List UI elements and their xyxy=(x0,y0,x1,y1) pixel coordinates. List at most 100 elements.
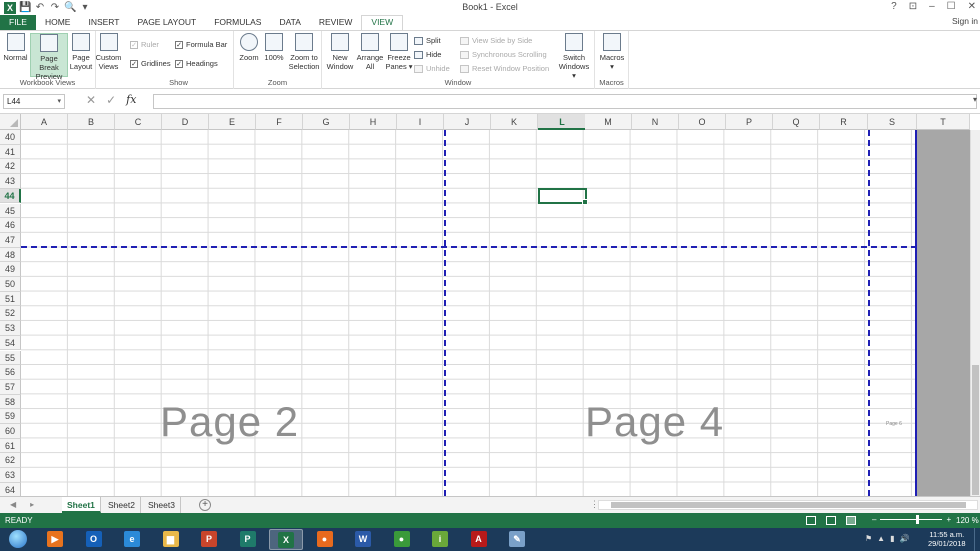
freeze-panes-button[interactable]: Freeze Panes ▾ xyxy=(385,33,413,71)
name-box-dropdown-icon[interactable]: ▾ xyxy=(57,95,61,108)
tab-home[interactable]: HOME xyxy=(36,15,80,30)
enter-icon[interactable]: ✓ xyxy=(106,93,116,107)
sheet-tab-sheet2[interactable]: Sheet2 xyxy=(103,497,141,513)
column-header[interactable]: O xyxy=(679,114,726,130)
column-header[interactable]: L xyxy=(538,114,587,130)
close-button[interactable]: ✕ xyxy=(968,1,976,12)
system-clock[interactable]: 11:55 a.m. 29/01/2018 xyxy=(928,530,966,548)
tab-formulas[interactable]: FORMULAS xyxy=(205,15,270,30)
row-header[interactable]: 41 xyxy=(0,144,21,160)
row-header[interactable]: 57 xyxy=(0,379,21,395)
redo-icon[interactable]: ↷ xyxy=(49,2,61,14)
taskbar-media-player[interactable]: ▶ xyxy=(38,529,72,550)
cancel-icon[interactable]: ✕ xyxy=(86,93,96,107)
new-window-button[interactable]: New Window xyxy=(325,33,355,71)
row-header[interactable]: 53 xyxy=(0,321,21,336)
sheet-tab-sheet1[interactable]: Sheet1 xyxy=(62,497,101,513)
column-header[interactable]: F xyxy=(256,114,303,130)
column-header[interactable]: I xyxy=(397,114,444,130)
row-header[interactable]: 49 xyxy=(0,262,21,277)
column-header[interactable]: D xyxy=(162,114,209,130)
expand-formula-bar-icon[interactable]: ▾ xyxy=(973,95,977,104)
taskbar-paint[interactable]: ✎ xyxy=(500,529,534,550)
column-header[interactable]: S xyxy=(868,114,917,130)
network-icon[interactable]: ▮ xyxy=(890,534,894,543)
row-header[interactable]: 40 xyxy=(0,130,21,145)
page-layout-view-button[interactable]: Page Layout xyxy=(69,33,93,71)
taskbar-acrobat[interactable]: A xyxy=(462,529,496,550)
page-break-vertical[interactable] xyxy=(868,130,870,496)
select-all-button[interactable] xyxy=(0,114,21,130)
row-header[interactable]: 51 xyxy=(0,291,21,307)
normal-view-status-button[interactable] xyxy=(806,516,816,525)
volume-icon[interactable]: 🔊 xyxy=(900,534,910,543)
row-header[interactable]: 52 xyxy=(0,306,21,322)
reset-window-position-button[interactable]: Reset Window Position xyxy=(460,64,549,73)
row-header[interactable]: 47 xyxy=(0,232,21,248)
name-box[interactable]: L44 ▾ xyxy=(3,94,65,109)
row-header[interactable]: 48 xyxy=(0,247,21,263)
column-header[interactable]: B xyxy=(68,114,115,130)
horizontal-scrollbar[interactable] xyxy=(598,500,978,510)
horizontal-scroll-thumb[interactable] xyxy=(611,502,966,508)
headings-checkbox[interactable]: ✓ Headings xyxy=(175,59,218,68)
tab-review[interactable]: REVIEW xyxy=(310,15,362,30)
taskbar-firefox[interactable]: ● xyxy=(308,529,342,550)
taskbar-chrome[interactable]: ● xyxy=(385,529,419,550)
taskbar-powerpoint[interactable]: P xyxy=(192,529,226,550)
column-header[interactable]: H xyxy=(350,114,397,130)
tab-view[interactable]: VIEW xyxy=(361,15,404,30)
unhide-button[interactable]: Unhide xyxy=(414,64,450,73)
column-header[interactable]: R xyxy=(820,114,868,130)
column-header[interactable]: A xyxy=(21,114,68,130)
sheet-tab-sheet3[interactable]: Sheet3 xyxy=(143,497,181,513)
help-button[interactable]: ? xyxy=(891,1,897,12)
column-header[interactable]: C xyxy=(115,114,162,130)
vertical-scrollbar[interactable] xyxy=(970,130,980,496)
row-header[interactable]: 55 xyxy=(0,350,21,366)
column-header[interactable]: P xyxy=(726,114,773,130)
row-header[interactable]: 64 xyxy=(0,482,21,496)
row-header[interactable]: 58 xyxy=(0,394,21,410)
zoom-slider[interactable] xyxy=(880,515,943,524)
restore-button[interactable]: ☐ xyxy=(947,1,956,12)
taskbar-excel[interactable]: X xyxy=(269,529,303,550)
zoom-in-button[interactable]: + xyxy=(946,515,951,524)
row-header[interactable]: 54 xyxy=(0,335,21,351)
view-side-by-side-button[interactable]: View Side by Side xyxy=(460,36,532,45)
row-header[interactable]: 59 xyxy=(0,409,21,424)
save-icon[interactable]: 💾 xyxy=(19,2,31,14)
row-header[interactable]: 63 xyxy=(0,468,21,483)
tab-page-layout[interactable]: PAGE LAYOUT xyxy=(128,15,205,30)
zoom-100-button[interactable]: 100% xyxy=(263,33,285,62)
column-header[interactable]: T xyxy=(917,114,970,130)
undo-icon[interactable]: ↶ xyxy=(34,2,46,14)
hide-button[interactable]: Hide xyxy=(414,50,441,59)
zoom-out-button[interactable]: – xyxy=(872,515,876,524)
next-sheet-icon[interactable]: ▸ xyxy=(30,500,34,509)
gridlines-checkbox[interactable]: ✓ Gridlines xyxy=(130,59,171,68)
customize-qat-icon[interactable]: ▾ xyxy=(79,2,91,14)
page-layout-status-button[interactable] xyxy=(826,516,836,525)
taskbar-internet-explorer[interactable]: e xyxy=(115,529,149,550)
minimize-button[interactable]: – xyxy=(929,1,935,12)
tab-insert[interactable]: INSERT xyxy=(79,15,128,30)
column-header[interactable]: J xyxy=(444,114,491,130)
row-header[interactable]: 45 xyxy=(0,203,21,219)
column-header[interactable]: G xyxy=(303,114,350,130)
column-header[interactable]: M xyxy=(585,114,632,130)
row-header[interactable]: 56 xyxy=(0,365,21,380)
previous-sheet-icon[interactable]: ◀ xyxy=(10,500,16,509)
tab-file[interactable]: FILE xyxy=(0,15,36,30)
row-header[interactable]: 50 xyxy=(0,277,21,292)
zoom-level[interactable]: 120 % xyxy=(956,516,979,525)
page-break-preview-status-button[interactable] xyxy=(846,516,856,525)
custom-views-button[interactable]: Custom Views xyxy=(95,33,122,71)
taskbar-word[interactable]: W xyxy=(346,529,380,550)
row-header[interactable]: 62 xyxy=(0,453,21,469)
print-preview-icon[interactable]: 🔍 xyxy=(64,2,76,14)
ribbon-display-options-button[interactable]: ⊡ xyxy=(909,1,917,12)
taskbar-outlook[interactable]: O xyxy=(77,529,111,550)
column-header[interactable]: E xyxy=(209,114,256,130)
tab-data[interactable]: DATA xyxy=(270,15,309,30)
